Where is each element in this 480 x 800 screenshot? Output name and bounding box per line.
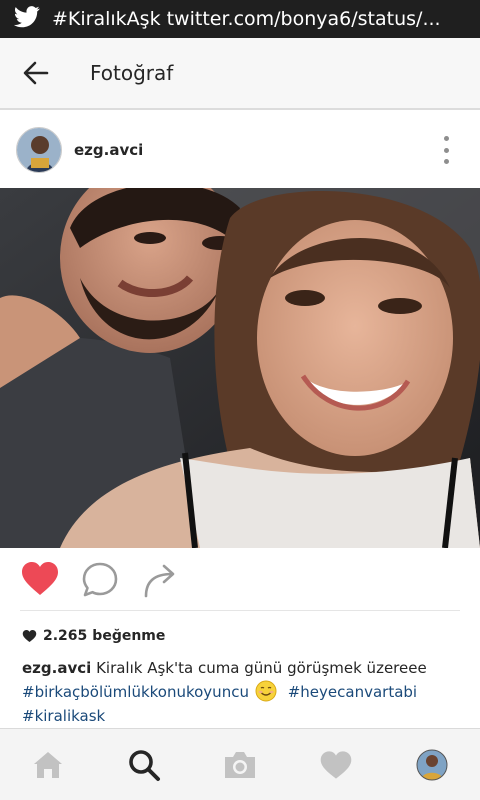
hashtag-link[interactable]: #kiralikask (22, 707, 105, 725)
app-bar: Fotoğraf (0, 38, 480, 110)
profile-avatar (416, 749, 448, 781)
tab-camera[interactable] (220, 745, 260, 785)
caption-username[interactable]: ezg.avci (22, 659, 91, 677)
hashtag-link[interactable]: #birkaçbölümlükkonukoyuncu (22, 683, 249, 701)
tab-profile[interactable] (412, 745, 452, 785)
post-actions (0, 560, 480, 606)
hashtag-link[interactable]: #heyecanvartabi (288, 683, 417, 701)
heart-small-icon (22, 630, 37, 642)
status-bar: #KiralıkAşk twitter.com/bonya6/status/..… (0, 0, 480, 38)
bottom-tab-bar (0, 728, 480, 800)
post-photo[interactable] (0, 188, 480, 548)
likes-label: beğenme (92, 628, 166, 644)
likes-count[interactable]: 2.265 beğenme (22, 628, 165, 644)
caption-text: Kiralık Aşk'ta cuma günü görüşmek üzeree… (96, 659, 427, 677)
comment-button[interactable] (80, 560, 120, 600)
smiling-face-emoji (255, 680, 277, 702)
like-button[interactable] (20, 560, 60, 600)
notification-text: #KiralıkAşk twitter.com/bonya6/status/..… (52, 8, 441, 30)
heart-icon (320, 751, 352, 779)
twitter-bird-icon (13, 6, 40, 32)
page-title: Fotoğraf (90, 61, 174, 85)
tab-home[interactable] (28, 745, 68, 785)
caption: ezg.avci Kiralık Aşk'ta cuma günü görüşm… (22, 656, 472, 728)
back-button[interactable] (16, 53, 56, 93)
likes-number: 2.265 (43, 628, 88, 644)
heart-filled-icon (22, 562, 58, 595)
share-button[interactable] (140, 560, 180, 600)
share-arrow-icon (144, 564, 175, 598)
more-vertical-icon[interactable] (442, 136, 450, 164)
camera-icon (225, 752, 255, 778)
comment-bubble-icon (82, 562, 118, 597)
arrow-left-icon (23, 61, 49, 85)
post-username[interactable]: ezg.avci (74, 141, 143, 159)
search-icon (129, 750, 160, 781)
avatar[interactable] (16, 127, 62, 173)
divider (20, 610, 460, 611)
tab-search[interactable] (124, 745, 164, 785)
tab-activity[interactable] (316, 745, 356, 785)
home-icon (34, 752, 62, 778)
post-header: ezg.avci (0, 112, 480, 188)
